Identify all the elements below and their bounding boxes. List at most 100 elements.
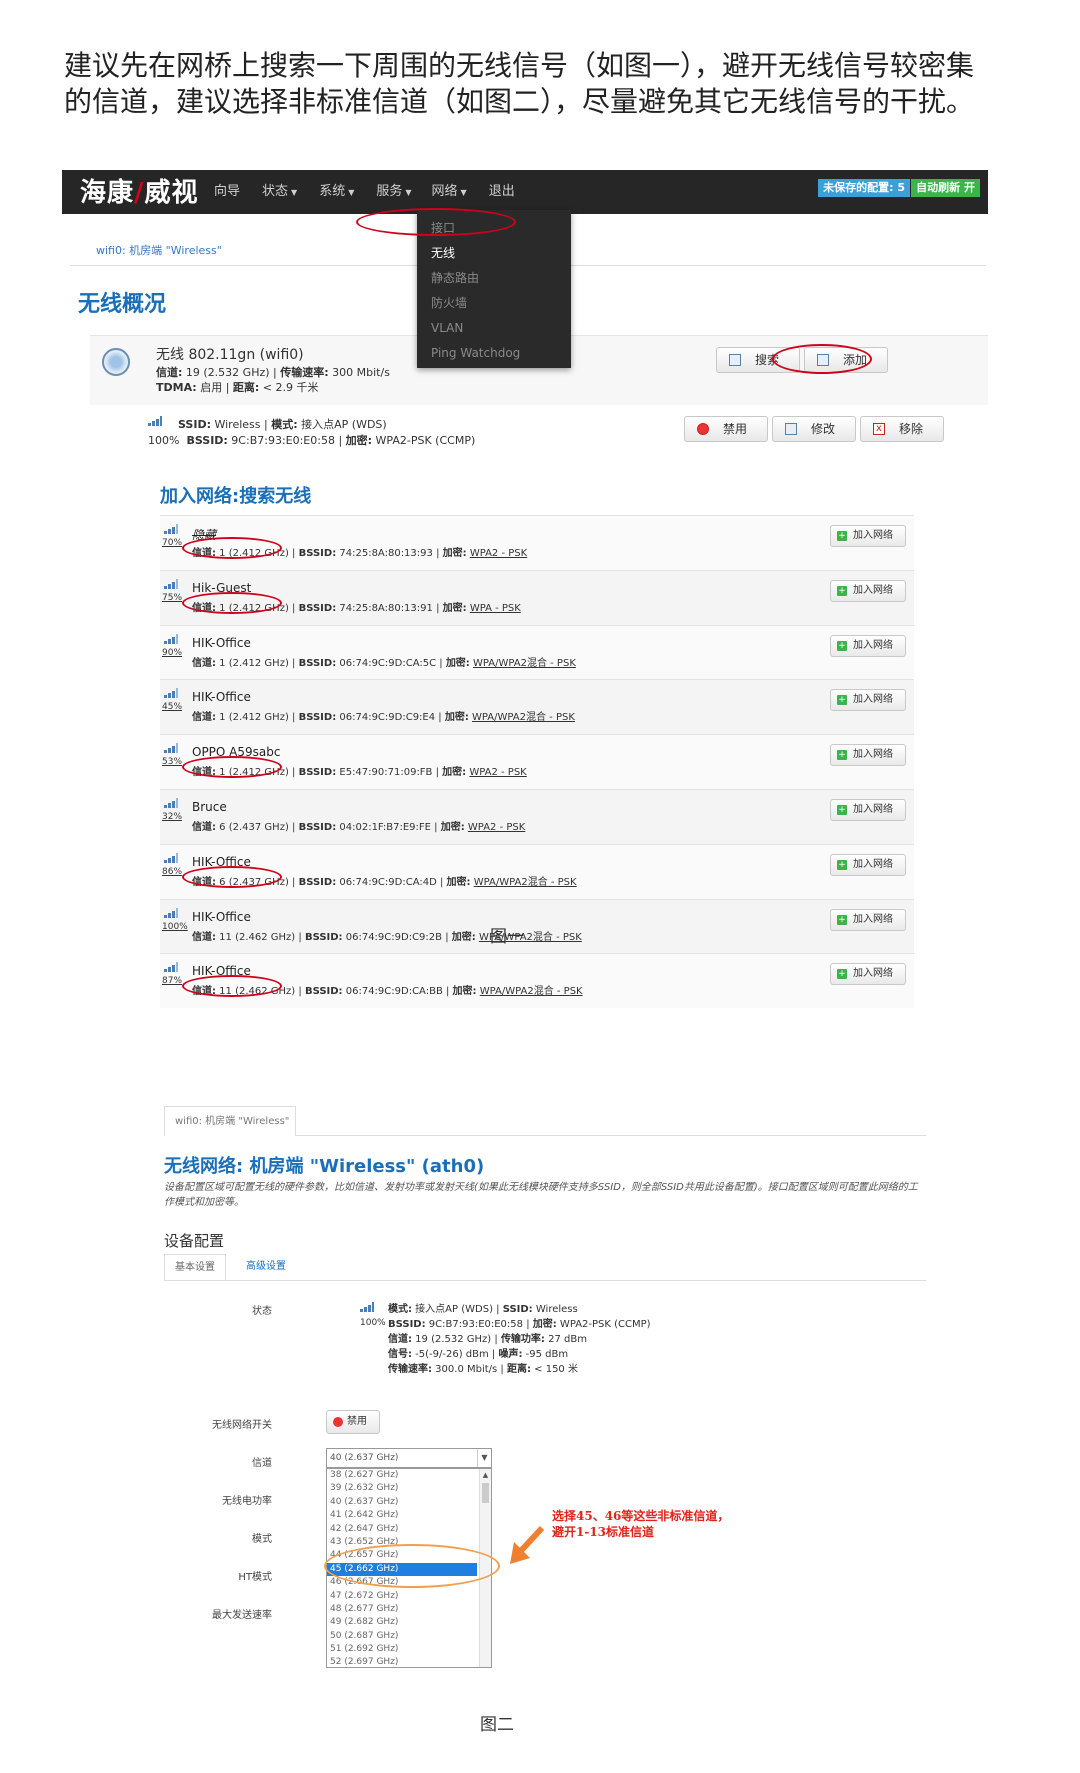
add-icon [817, 354, 829, 366]
join-network-button[interactable]: + 加入网络 [830, 525, 906, 547]
network-details: 信道: 11 (2.462 GHz) | BSSID: 06:74:9C:9D:… [192, 986, 583, 998]
breadcrumb[interactable]: wifi0: 机房端 "Wireless" [96, 242, 222, 258]
annotation-note: 选择45、46等这些非标准信道， 避开1-13标准信道 [552, 1509, 730, 1539]
status-line: 信道: 19 (2.532 GHz) | 传输功率: 27 dBm [388, 1334, 587, 1345]
unsaved-config-badge[interactable]: 未保存的配置: 5 [818, 179, 910, 197]
remove-icon: x [873, 423, 885, 435]
plus-icon: + [837, 531, 847, 541]
disable-icon [333, 1417, 343, 1427]
network-ssid: Hik-Guest [192, 580, 252, 595]
wifi-radio-icon [102, 348, 130, 376]
dropdown-item-wireless[interactable]: 无线 [417, 241, 571, 266]
figure-caption: 图一 [490, 927, 524, 947]
dropdown-item-firewall[interactable]: 防火墙 [417, 291, 571, 316]
dropdown-item-static-routes[interactable]: 静态路由 [417, 266, 571, 291]
network-details: 信道: 6 (2.437 GHz) | BSSID: 04:02:1F:B7:E… [192, 821, 526, 833]
signal-percent: 70% [162, 538, 183, 548]
intro-paragraph: 建议先在网桥上搜索一下周围的无线信号（如图一），避开无线信号较密集的信道，建议选… [64, 49, 975, 118]
label-ht-mode: HT模式 [238, 1572, 272, 1583]
channel-option[interactable]: 51 (2.692 GHz) [327, 1643, 477, 1656]
tab-advanced-settings[interactable]: 高级设置 [236, 1254, 296, 1280]
figure-caption: 图二 [480, 1715, 514, 1735]
plus-icon: + [837, 804, 847, 815]
join-network-button[interactable]: + 加入网络 [830, 798, 906, 821]
chevron-up-icon: ▲ [482, 1471, 489, 1479]
channel-option[interactable]: 41 (2.642 GHz) [327, 1509, 477, 1522]
channel-option[interactable]: 39 (2.632 GHz) [327, 1482, 477, 1495]
channel-option[interactable]: 42 (2.647 GHz) [327, 1523, 477, 1536]
description-text: 设备配置区域可配置无线的硬件参数，比如信道、发射功率或发射天线(如果此无线模块硬… [164, 1182, 918, 1208]
join-network-button[interactable]: + 加入网络 [830, 634, 906, 657]
join-network-button[interactable]: + 加入网络 [830, 908, 906, 931]
caret-down-icon: ▼ [348, 188, 355, 197]
channel-option[interactable]: 49 (2.682 GHz) [327, 1616, 477, 1629]
dropdown-item-interfaces[interactable]: 接口 [417, 216, 571, 241]
status-line: 传输速率: 300.0 Mbit/s | 距离: < 150 米 [388, 1364, 578, 1375]
menu-system[interactable]: 系统 ▼ [319, 170, 354, 214]
join-network-button[interactable]: + 加入网络 [830, 963, 906, 986]
table-row: 100% HIK-Office 信道: 11 (2.462 GHz) | BSSID… [160, 898, 914, 954]
disable-button[interactable]: 禁用 [684, 416, 768, 442]
channel-option[interactable]: 38 (2.627 GHz) [327, 1469, 477, 1482]
channel-option[interactable]: 47 (2.672 GHz) [327, 1590, 477, 1603]
signal-icon [164, 743, 178, 754]
caret-down-icon: ▼ [291, 188, 298, 197]
disable-icon [697, 423, 709, 435]
bssid-info: 100% BSSID: 9C:B7:93:E0:E0:58 | 加密: WPA2… [148, 434, 476, 447]
table-row: 45% HIK-Office 信道: 1 (2.412 GHz) | BSSID: … [160, 679, 914, 735]
join-network-button[interactable]: + 加入网络 [830, 853, 906, 876]
network-ssid: HIK-Office [192, 635, 251, 650]
join-network-button[interactable]: + 加入网络 [830, 744, 906, 767]
menu-status[interactable]: 状态 ▼ [262, 170, 297, 214]
menu-logout[interactable]: 退出 [489, 170, 515, 214]
radio-info-line: TDMA: 启用 | 距离: < 2.9 千米 [156, 381, 319, 394]
label-wireless-switch: 无线网络开关 [212, 1420, 272, 1431]
annotation-oval-channel [324, 1544, 500, 1588]
signal-percent: 87% [162, 976, 183, 987]
page-title: 无线概况 [78, 292, 167, 317]
table-row: 86% HIK-Office 信道: 6 (2.437 GHz) | BSSID: … [160, 843, 914, 899]
edit-icon [785, 423, 797, 435]
signal-icon [360, 1302, 374, 1312]
tab-basic-settings[interactable]: 基本设置 [164, 1254, 226, 1280]
channel-option[interactable]: 40 (2.637 GHz) [327, 1496, 477, 1509]
dropdown-item-vlan[interactable]: VLAN [417, 316, 571, 341]
scrollbar-thumb[interactable] [482, 1483, 489, 1503]
channel-select[interactable]: 40 (2.637 GHz) ▼ [326, 1448, 492, 1468]
edit-button[interactable]: 修改 [772, 416, 856, 442]
table-row: 75% Hik-Guest 信道: 1 (2.412 GHz) | BSSID: 7… [160, 569, 914, 625]
network-ssid: OPPO A59sabc [192, 745, 281, 760]
plus-icon: + [837, 859, 847, 870]
chevron-down-icon: ▼ [477, 1449, 491, 1467]
table-row: 53% OPPO A59sabc 信道: 1 (2.412 GHz) | BSSID… [160, 734, 914, 789]
plus-icon: + [837, 969, 847, 980]
label-radio-power: 无线电功率 [222, 1496, 272, 1507]
join-network-button[interactable]: + 加入网络 [830, 689, 906, 712]
join-network-button[interactable]: + 加入网络 [830, 579, 906, 602]
plus-icon: + [837, 914, 847, 925]
search-button[interactable]: 搜索 [716, 347, 800, 373]
wireless-disable-button[interactable]: 禁用 [326, 1410, 380, 1434]
table-row: 32% Bruce 信道: 6 (2.437 GHz) | BSSID: 04:02… [160, 788, 914, 844]
menu-services[interactable]: 服务 ▼ [376, 170, 411, 214]
add-button[interactable]: 添加 [804, 347, 888, 373]
network-details: 信道: 6 (2.437 GHz) | BSSID: 06:74:9C:9D:C… [192, 876, 577, 888]
menu-wizard[interactable]: 向导 [214, 170, 240, 214]
dropdown-item-ping-watchdog[interactable]: Ping Watchdog [417, 341, 571, 366]
channel-option[interactable]: 52 (2.697 GHz) [327, 1656, 477, 1667]
auto-refresh-badge[interactable]: 自动刷新 开 [911, 179, 980, 197]
label-mode: 模式 [252, 1534, 272, 1545]
channel-option[interactable]: 48 (2.677 GHz) [327, 1603, 477, 1616]
tab-wifi0[interactable]: wifi0: 机房端 "Wireless" [164, 1106, 296, 1136]
remove-button[interactable]: x 移除 [860, 416, 944, 442]
label-channel: 信道 [252, 1458, 272, 1469]
divider [164, 1280, 926, 1281]
main-menu: 向导 状态 ▼ 系统 ▼ 服务 ▼ 网络 ▼ 退出 [214, 170, 537, 214]
signal-icon [164, 962, 178, 973]
top-navbar: 海康/威视 向导 状态 ▼ 系统 ▼ 服务 ▼ 网络 ▼ 退出 未保存的配置: 5 自动… [62, 170, 988, 214]
channel-option[interactable]: 50 (2.687 GHz) [327, 1630, 477, 1643]
network-ssid: HIK-Office [192, 964, 251, 979]
signal-percent: 32% [162, 811, 183, 822]
status-line: 信号: -5(-9/-26) dBm | 噪声: -95 dBm [388, 1349, 569, 1360]
menu-network[interactable]: 网络 ▼ [432, 170, 467, 214]
